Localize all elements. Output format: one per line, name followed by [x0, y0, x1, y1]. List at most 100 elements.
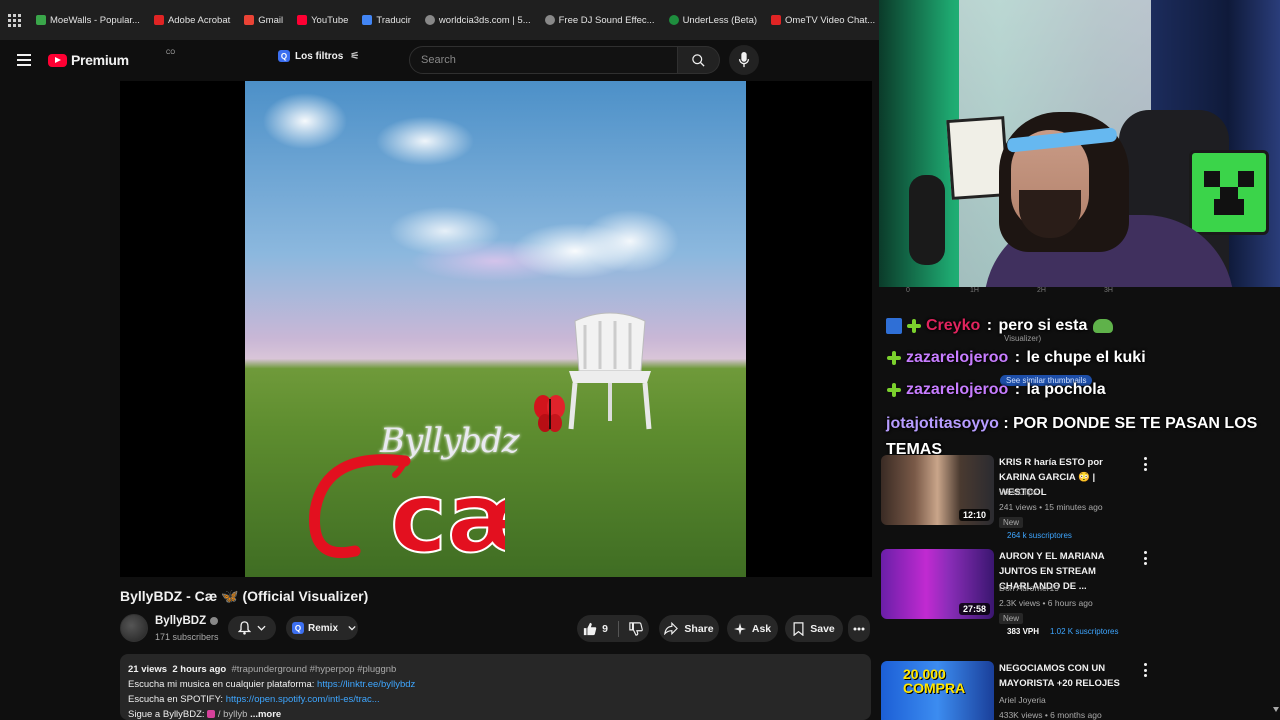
save-button[interactable]: Save — [785, 615, 843, 642]
show-more-link[interactable]: ...more — [250, 709, 281, 720]
tick-label: 3H — [1104, 287, 1113, 294]
webcam-microphone — [909, 175, 945, 265]
voice-search-button[interactable] — [729, 45, 759, 75]
bookmark-favicon-icon — [153, 15, 164, 25]
channel-name[interactable]: Don Aurorner19 — [999, 583, 1059, 593]
verified-icon — [210, 617, 219, 625]
linktree-link[interactable]: https://linktr.ee/byllybdz — [317, 679, 415, 690]
chat-text: le chupe el kuki — [1026, 349, 1146, 366]
chat-username: Creyko — [926, 317, 981, 334]
video-meta: 2.3K views • 6 hours ago — [999, 598, 1093, 608]
youtube-premium-logo[interactable]: Premium CO — [48, 50, 175, 68]
bookmark-ometv[interactable]: OmeTV Video Chat... — [771, 15, 875, 26]
share-button[interactable]: Share — [659, 615, 719, 642]
channel-name[interactable]: Ariel Joyeria — [999, 695, 1046, 705]
like-divider — [617, 620, 619, 637]
youtube-play-icon — [48, 53, 67, 67]
bookmark-free-dj[interactable]: Free DJ Sound Effec... — [544, 15, 655, 26]
video-thumbnail[interactable]: 27:58 — [881, 549, 994, 619]
bookmark-gmail[interactable]: Gmail — [244, 15, 283, 26]
filters-button[interactable]: Q Los filtros ⚟ — [278, 50, 359, 62]
like-button[interactable]: 9 — [583, 622, 608, 636]
description-text: / byllyb — [217, 709, 248, 720]
spotify-link[interactable]: https://open.spotify.com/intl-es/trac... — [226, 694, 380, 705]
subscriber-count: 171 subscribers — [155, 632, 219, 642]
bookmark-youtube[interactable]: YouTube — [297, 15, 348, 26]
bookmark-favicon-icon — [244, 15, 255, 25]
filters-extension-icon: Q — [278, 50, 290, 62]
new-badge: New — [999, 613, 1024, 624]
bookmark-favicon-icon — [362, 15, 373, 25]
video-meta: 241 views • 15 minutes ago — [999, 502, 1103, 512]
video-title: ByllyBDZ - Cæ 🦋 (Official Visualizer) — [120, 588, 369, 604]
video-thumbnail[interactable]: 20.000 COMPRA — [881, 661, 994, 720]
video-thumbnail[interactable]: 12:10 — [881, 455, 994, 525]
more-actions-button[interactable] — [848, 615, 870, 642]
remix-button[interactable]: Q Remix — [286, 616, 358, 640]
share-icon — [664, 622, 679, 635]
notifications-button[interactable] — [228, 616, 276, 640]
butterfly-graphic — [534, 395, 565, 432]
menu-icon[interactable] — [17, 54, 31, 66]
thumbnail-overlay-text: 20.000 COMPRA — [903, 666, 966, 696]
chat-badge-icon — [886, 382, 902, 398]
bookmark-underless[interactable]: UnderLess (Beta) — [668, 15, 757, 26]
bookmark-moewalls[interactable]: MoeWalls - Popular... — [36, 15, 140, 26]
share-label: Share — [684, 622, 714, 635]
chat-separator: : — [982, 317, 997, 334]
channel-name: ByllyBDZ — [155, 615, 207, 627]
channel-name[interactable]: WestClips — [999, 487, 1037, 497]
masthead: Premium CO Q Los filtros ⚟ — [0, 40, 880, 82]
recommendation-item[interactable]: 27:58 AURON Y EL MARIANA JUNTOS EN STREA… — [881, 549, 1273, 636]
video-player[interactable]: Byllybdz cæ — [120, 81, 872, 577]
chat-message: zazarelojeroo : la pochola — [886, 381, 1106, 399]
ask-button[interactable]: Ask — [727, 615, 778, 642]
recommendation-item[interactable]: 20.000 COMPRA NEGOCIAMOS CON UN MAYORIST… — [881, 661, 1273, 720]
search-icon — [692, 53, 705, 67]
bookmark-favicon-icon — [668, 15, 679, 25]
description-line: Escucha en SPOTIFY: https://open.spotify… — [128, 692, 863, 707]
description-line: Escucha mi musica en cualquier plataform… — [128, 677, 863, 692]
dislike-button[interactable] — [629, 621, 643, 636]
more-vertical-icon[interactable] — [1142, 457, 1148, 471]
remix-label: Remix — [308, 622, 339, 634]
search-input[interactable] — [421, 54, 677, 66]
more-vertical-icon[interactable] — [1142, 663, 1148, 677]
bookmark-adobe-acrobat[interactable]: Adobe Acrobat — [153, 15, 230, 26]
bell-icon — [238, 621, 251, 635]
sparkle-icon — [733, 622, 746, 635]
tick-label: 1H — [970, 287, 979, 294]
bookmark-favicon-icon — [297, 15, 308, 25]
page-scrollbar[interactable] — [1272, 287, 1280, 720]
chat-username: zazarelojeroo — [906, 381, 1009, 398]
new-badge: New — [999, 517, 1024, 528]
description-text: Escucha mi musica en cualquier plataform… — [128, 679, 315, 690]
description-text: Sigue a ByllyBDZ: — [128, 709, 205, 720]
chevron-down-icon — [257, 625, 266, 631]
country-code: CO — [166, 50, 175, 56]
channel-avatar[interactable] — [120, 614, 148, 642]
scroll-down-arrow-icon[interactable] — [1273, 707, 1279, 712]
recommendation-item[interactable]: 12:10 KRIS R haría ESTO por KARINA GARCI… — [881, 455, 1273, 541]
apps-grid-icon[interactable] — [6, 12, 22, 28]
more-horizontal-icon — [853, 627, 865, 630]
bookmark-favicon-icon — [36, 15, 46, 25]
chevron-down-icon — [348, 625, 356, 631]
tune-icon: ⚟ — [350, 50, 360, 62]
video-meta: 433K views • 6 months ago — [999, 710, 1102, 720]
screen: MoeWalls - Popular... Adobe Acrobat Gmai… — [0, 0, 1280, 720]
tick-label: 0 — [906, 287, 910, 294]
bookmark-worldcia3ds[interactable]: worldcia3ds.com | 5... — [424, 15, 531, 26]
description-box[interactable]: 21 views 2 hours ago #trapunderground #h… — [120, 654, 871, 720]
bookmark-traducir[interactable]: Traducir — [362, 15, 411, 26]
bookmark-favicon-icon — [771, 15, 782, 25]
channel-name-link[interactable]: ByllyBDZ — [155, 615, 219, 627]
filters-label: Los filtros — [295, 50, 344, 62]
search-button[interactable] — [678, 46, 720, 74]
chat-badge-icon — [906, 318, 922, 334]
hashtags[interactable]: #trapunderground #hyperpop #pluggnb — [232, 664, 397, 675]
more-vertical-icon[interactable] — [1142, 551, 1148, 565]
webcam-overlay — [879, 0, 1280, 287]
upload-age: 2 hours ago — [172, 664, 227, 675]
video-title-link[interactable]: NEGOCIAMOS CON UN MAYORISTA +20 RELOJES — [999, 661, 1135, 691]
